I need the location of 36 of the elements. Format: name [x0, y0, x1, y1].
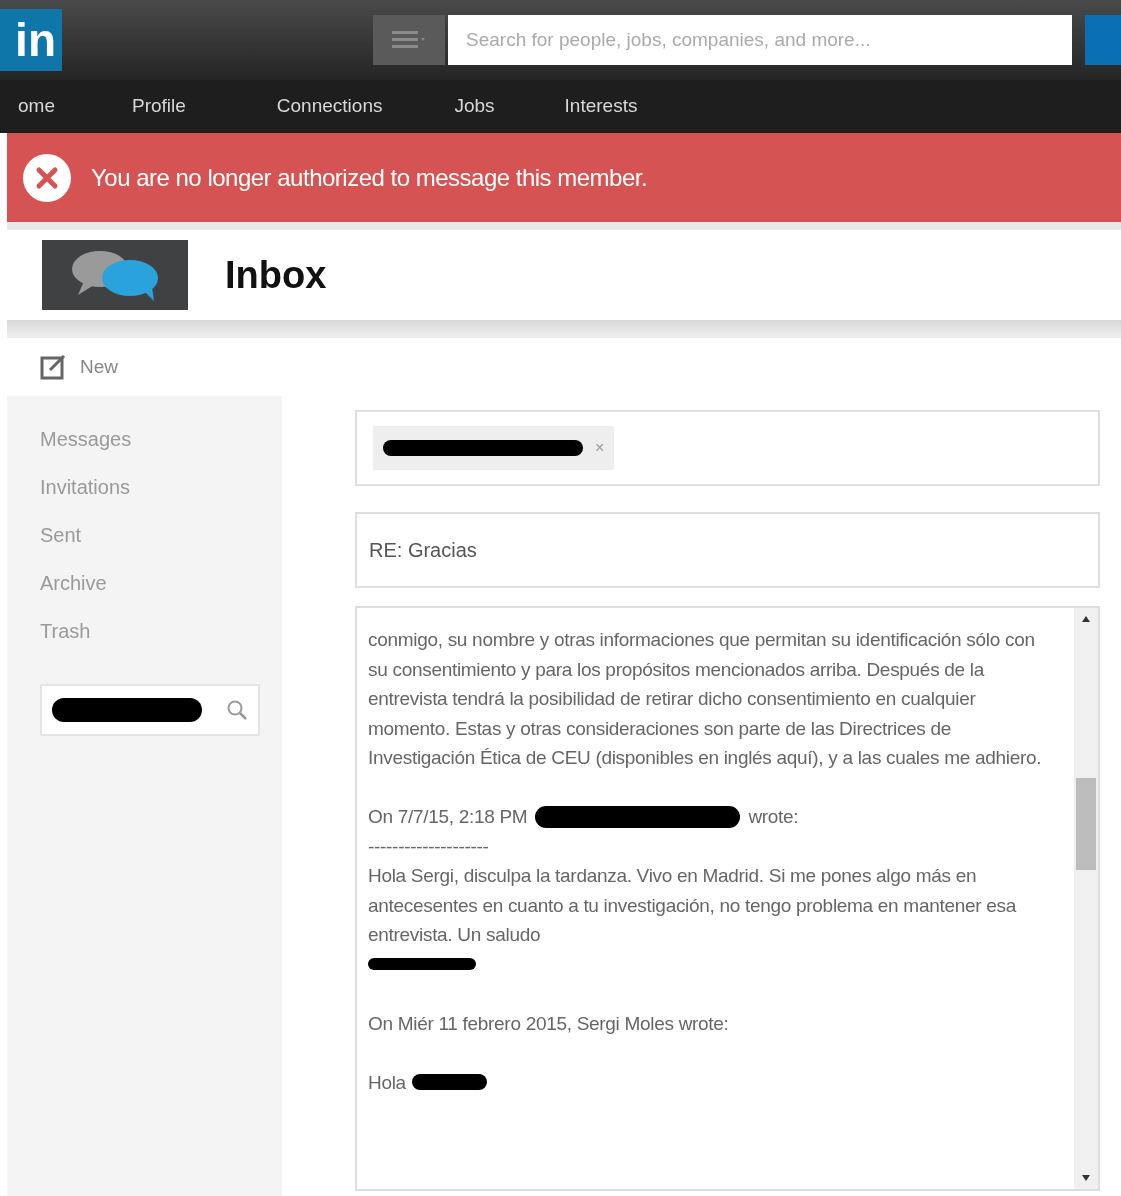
message-text: -------------------- — [368, 834, 490, 859]
message-field[interactable] — [355, 606, 1100, 1191]
scrollbar-thumb[interactable] — [1076, 777, 1096, 870]
inbox-icon — [42, 240, 188, 310]
folder-link[interactable]: Archive — [40, 570, 282, 596]
nav-link[interactable]: Interests — [564, 92, 638, 121]
folder-link[interactable]: Trash — [40, 618, 282, 644]
message-text: On 7/7/15, 2:18 PM — [368, 805, 528, 829]
folder-link[interactable]: Invitations — [40, 474, 282, 500]
nav-link[interactable]: Connections — [276, 92, 383, 121]
new-message-button[interactable]: New — [7, 338, 282, 396]
folder-link[interactable]: Messages — [40, 426, 282, 452]
menu-icon — [392, 29, 426, 51]
nav-link[interactable]: Jobs — [454, 92, 495, 121]
message-text: Hola Sergi, disculpa la tardanza. Vivo en Madrid. Si me pones algo más en antecesentes en cuanto a tu investigación, no tengo problema en mantener esa entrevista. Un saludo — [368, 864, 1018, 947]
nav-link[interactable]: ome — [18, 92, 55, 121]
nav-link[interactable]: Profile — [131, 92, 186, 121]
message-text: Hola — [368, 1070, 406, 1095]
search-field[interactable] — [40, 684, 260, 736]
error-icon — [23, 153, 71, 202]
message-text: On Miér 11 febrero 2015, Sergi Moles wrote: — [368, 1011, 730, 1036]
scrollbar[interactable] — [1074, 608, 1098, 1189]
compose-icon — [40, 354, 68, 380]
page-title: Inbox — [225, 252, 327, 298]
logo[interactable]: in — [0, 9, 62, 71]
message-text: conmigo, su nombre y otras informaciones que permitan su identificación sólo con su consentimiento y para los propósitos mencionados arriba. Después de la entrevista tendrá la posibilidad de retirar dicho consentimiento en cualquier momento. Estas y otras consideraciones son parte de las Directrices de Investigación Ética de CEU (disponibles en inglés aquí), y a las cuales me adhiero. — [368, 628, 1043, 770]
scroll-down-icon[interactable] — [1082, 1175, 1090, 1181]
subject-field[interactable]: RE: Gracias — [355, 512, 1100, 588]
recipient-field[interactable]: × — [355, 410, 1100, 486]
remove-recipient-button[interactable]: × — [595, 436, 605, 460]
folder-link[interactable]: Sent — [40, 522, 282, 548]
alert-message: You are no longer authorized to message this member. — [91, 162, 648, 193]
search-field[interactable]: Search for people, jobs, companies, and more... — [448, 15, 1072, 65]
search-icon — [226, 699, 248, 721]
message-text: wrote: — [748, 805, 799, 829]
scroll-up-icon[interactable] — [1082, 616, 1090, 622]
